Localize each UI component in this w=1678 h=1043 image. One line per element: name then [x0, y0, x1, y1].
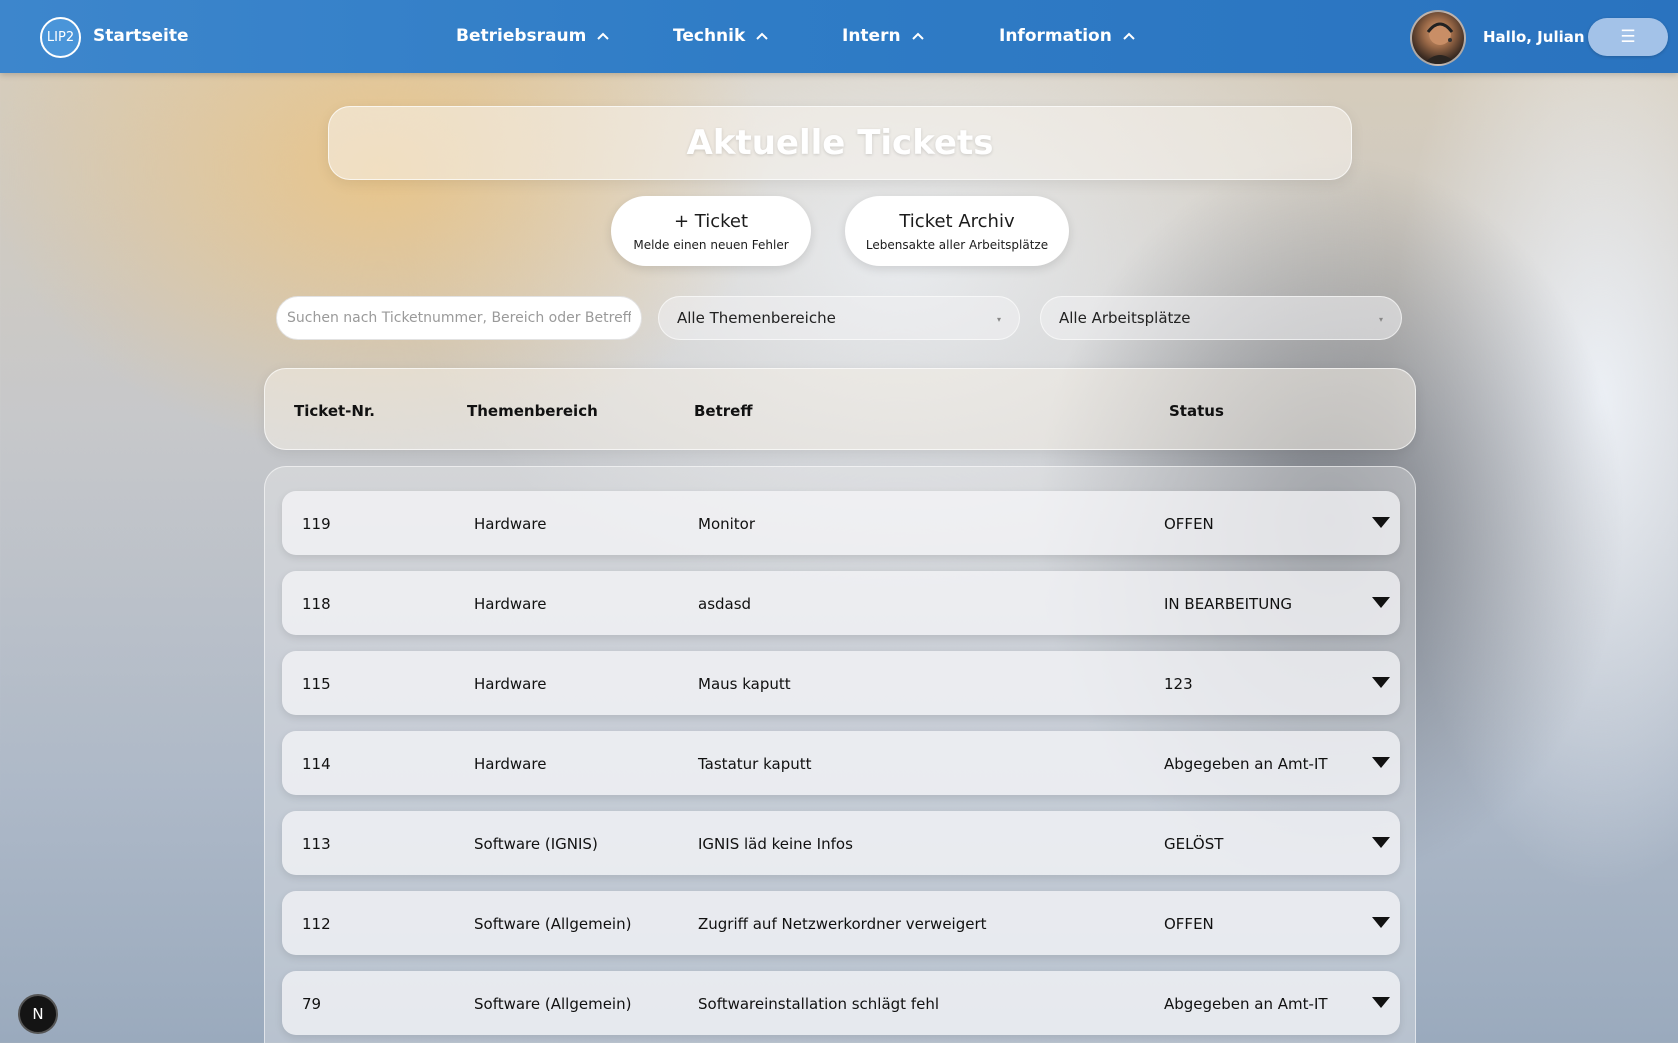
workplace-select[interactable]: Alle Arbeitsplätze ▾: [1040, 296, 1402, 340]
chevron-up-icon: [756, 32, 769, 40]
nav-intern[interactable]: Intern: [842, 26, 925, 46]
cell-status: Abgegeben an Amt-IT: [1164, 995, 1328, 1013]
cell-status: OFFEN: [1164, 915, 1214, 933]
cell-betreff: IGNIS läd keine Infos: [698, 835, 853, 853]
expand-triangle-icon[interactable]: [1372, 997, 1390, 1009]
table-row[interactable]: 115 Hardware Maus kaputt 123: [282, 651, 1400, 715]
cell-betreff: asdasd: [698, 595, 752, 613]
ticket-archive-button[interactable]: Ticket Archiv Lebensakte aller Arbeitspl…: [845, 196, 1069, 266]
avatar[interactable]: [1410, 10, 1466, 66]
cell-status: 123: [1164, 675, 1193, 693]
cell-themenbereich: Hardware: [474, 515, 547, 533]
caret-down-icon: ▾: [1378, 315, 1383, 324]
cell-status: IN BEARBEITUNG: [1164, 595, 1293, 613]
table-header: Ticket-Nr. Themenbereich Betreff Status: [264, 368, 1416, 450]
cell-ticket-nr: 115: [302, 675, 331, 693]
cell-themenbereich: Hardware: [474, 595, 547, 613]
dev-tools-badge[interactable]: N: [18, 994, 58, 1034]
nav-label: Technik: [673, 26, 746, 46]
table-row[interactable]: 118 Hardware asdasd IN BEARBEITUNG: [282, 571, 1400, 635]
topic-select-value: Alle Themenbereiche: [677, 309, 836, 327]
cell-ticket-nr: 114: [302, 755, 331, 773]
cell-themenbereich: Software (IGNIS): [474, 835, 598, 853]
cell-status: OFFEN: [1164, 515, 1214, 533]
topic-select[interactable]: Alle Themenbereiche ▾: [658, 296, 1020, 340]
cell-themenbereich: Software (Allgemein): [474, 915, 632, 933]
table-row[interactable]: 114 Hardware Tastatur kaputt Abgegeben a…: [282, 731, 1400, 795]
brand-home-link[interactable]: Startseite: [93, 26, 188, 46]
table-row[interactable]: 112 Software (Allgemein) Zugriff auf Net…: [282, 891, 1400, 955]
header-betreff[interactable]: Betreff: [694, 402, 753, 420]
cell-themenbereich: Hardware: [474, 755, 547, 773]
search-input[interactable]: [276, 296, 642, 340]
nav-betriebsraum[interactable]: Betriebsraum: [456, 26, 610, 46]
logo-icon[interactable]: LIP2: [40, 17, 81, 58]
page-title-card: Aktuelle Tickets: [328, 106, 1352, 180]
nav-technik[interactable]: Technik: [673, 26, 769, 46]
table-body: 119 Hardware Monitor OFFEN 118 Hardware …: [264, 466, 1416, 1043]
nav-label: Betriebsraum: [456, 26, 587, 46]
cell-themenbereich: Software (Allgemein): [474, 995, 632, 1013]
menu-button[interactable]: ☰: [1588, 18, 1668, 56]
new-ticket-sublabel: Melde einen neuen Fehler: [633, 237, 789, 252]
archive-label: Ticket Archiv: [899, 210, 1015, 232]
expand-triangle-icon[interactable]: [1372, 917, 1390, 929]
nav-information[interactable]: Information: [999, 26, 1136, 46]
header-status[interactable]: Status: [1169, 402, 1224, 420]
greeting-text: Hallo, Julian: [1483, 28, 1585, 46]
nav-label: Information: [999, 26, 1112, 46]
expand-triangle-icon[interactable]: [1372, 837, 1390, 849]
cell-betreff: Monitor: [698, 515, 756, 533]
nav-label: Intern: [842, 26, 901, 46]
chevron-up-icon: [597, 32, 610, 40]
cell-betreff: Maus kaputt: [698, 675, 791, 693]
user-avatar-icon: [1423, 22, 1457, 64]
header-themenbereich[interactable]: Themenbereich: [467, 402, 598, 420]
cell-ticket-nr: 113: [302, 835, 331, 853]
cell-themenbereich: Hardware: [474, 675, 547, 693]
archive-sublabel: Lebensakte aller Arbeitsplätze: [865, 237, 1049, 252]
cell-status: GELÖST: [1164, 835, 1224, 853]
table-row[interactable]: 79 Software (Allgemein) Softwareinstalla…: [282, 971, 1400, 1035]
cell-ticket-nr: 118: [302, 595, 331, 613]
expand-triangle-icon[interactable]: [1372, 757, 1390, 769]
cell-ticket-nr: 79: [302, 995, 322, 1013]
table-row[interactable]: 113 Software (IGNIS) IGNIS läd keine Inf…: [282, 811, 1400, 875]
new-ticket-button[interactable]: + Ticket Melde einen neuen Fehler: [611, 196, 811, 266]
header-ticket-nr[interactable]: Ticket-Nr.: [294, 402, 375, 420]
cell-status: Abgegeben an Amt-IT: [1164, 755, 1328, 773]
chevron-up-icon: [1123, 32, 1135, 40]
cell-betreff: Zugriff auf Netzwerkordner verweigert: [698, 915, 987, 933]
cell-ticket-nr: 112: [302, 915, 331, 933]
page-title: Aktuelle Tickets: [686, 123, 994, 163]
expand-triangle-icon[interactable]: [1372, 677, 1390, 689]
workplace-select-value: Alle Arbeitsplätze: [1059, 309, 1191, 327]
top-navbar: LIP2 Startseite Betriebsraum Technik Int…: [0, 0, 1678, 73]
expand-triangle-icon[interactable]: [1372, 517, 1390, 529]
cell-betreff: Softwareinstallation schlägt fehl: [698, 995, 939, 1013]
hamburger-icon: ☰: [1620, 27, 1636, 47]
table-row[interactable]: 119 Hardware Monitor OFFEN: [282, 491, 1400, 555]
new-ticket-label: + Ticket: [673, 210, 749, 232]
cell-betreff: Tastatur kaputt: [698, 755, 812, 773]
chevron-up-icon: [911, 32, 924, 40]
cell-ticket-nr: 119: [302, 515, 331, 533]
caret-down-icon: ▾: [996, 315, 1001, 324]
expand-triangle-icon[interactable]: [1372, 597, 1390, 609]
